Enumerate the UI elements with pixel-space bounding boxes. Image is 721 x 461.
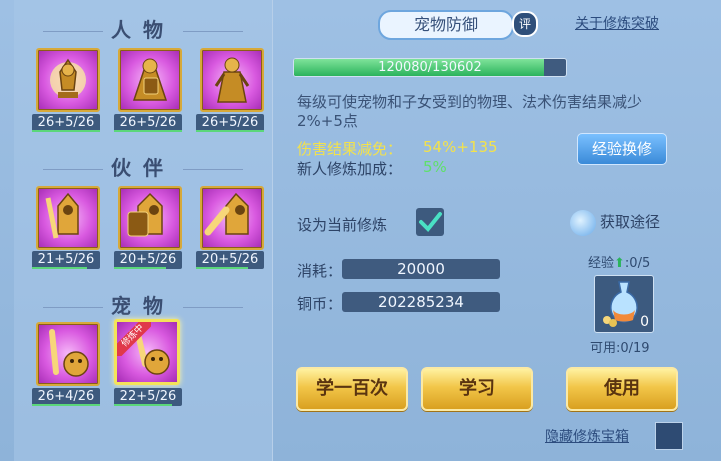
skill-slot-character-2[interactable] [118, 48, 182, 112]
set-current-label: 设为当前修炼 [297, 216, 388, 234]
damage-reduction-value: 54%+135 [423, 138, 498, 156]
skill-level-character-3: 26+5/26 [196, 114, 264, 132]
divider [43, 307, 103, 308]
partner-skill-2-icon [127, 192, 163, 237]
hide-chest-checkbox[interactable] [655, 422, 683, 450]
skill-level-partner-3: 20+5/26 [196, 251, 264, 269]
level-bar [196, 267, 249, 269]
arrow-up-icon: ⬆ [614, 256, 625, 271]
item-quantity: 0 [640, 314, 649, 330]
learn-hundred-button[interactable]: 学一百次 [296, 367, 408, 411]
divider [183, 307, 243, 308]
exp-item-slot[interactable]: 0 [594, 275, 654, 333]
damage-reduction-label: 伤害结果减免： [297, 140, 403, 158]
exp-exchange-button[interactable]: 经验换修 [577, 133, 667, 165]
newbie-bonus-label: 新人修炼加成： [297, 160, 403, 178]
category-title-pet: 宠物 [14, 290, 272, 319]
skill-level-pet-defense: 22+5/26 [114, 388, 182, 406]
checkmark-icon [419, 212, 442, 232]
character-skill-2-icon [132, 58, 168, 101]
book-icon [570, 209, 596, 236]
cost-label: 消耗： [297, 262, 343, 280]
character-skill-3-icon [214, 57, 250, 103]
evaluate-button[interactable]: 评 [512, 11, 538, 37]
skill-level-character-2: 26+5/26 [114, 114, 182, 132]
skill-level-character-1: 26+5/26 [32, 114, 100, 132]
exp-progress-text: 120080/130602 [378, 60, 482, 75]
exp-item-label: 经验⬆:0/5 [588, 256, 651, 271]
learn-button[interactable]: 学习 [421, 367, 533, 411]
pet-attack-icon [49, 329, 89, 377]
divider [183, 169, 243, 170]
level-bar [114, 130, 182, 132]
coins-value: 202285234 [342, 292, 500, 312]
skill-level-partner-1: 21+5/26 [32, 251, 100, 269]
skill-level-partner-2: 20+5/26 [114, 251, 182, 269]
skill-title: 宠物防御 [378, 10, 514, 40]
divider [43, 169, 103, 170]
character-skill-1-icon [50, 58, 86, 98]
skill-description: 每级可使宠物和子女受到的物理、法术伤害结果减少2%+5点 [297, 93, 643, 130]
partner-skill-3-icon [204, 192, 249, 236]
usable-count: 可用:0/19 [590, 341, 650, 356]
coins-label: 铜币： [297, 295, 343, 313]
obtain-route-button[interactable]: 获取途径 [570, 208, 660, 236]
cost-value: 20000 [342, 259, 500, 279]
level-bar [114, 267, 167, 269]
skill-slot-partner-3[interactable] [200, 186, 264, 250]
hide-chest-label: 隐藏修炼宝箱 [545, 429, 629, 445]
skill-slot-character-3[interactable] [200, 48, 264, 112]
skill-slot-partner-1[interactable] [36, 186, 100, 250]
level-bar [32, 130, 100, 132]
skill-slot-character-1[interactable] [36, 48, 100, 112]
skill-slot-partner-2[interactable] [118, 186, 182, 250]
divider [183, 31, 243, 32]
skill-slot-pet-attack[interactable] [36, 322, 100, 386]
level-bar [196, 130, 264, 132]
partner-skill-1-icon [45, 192, 79, 239]
exp-progress-bar: 120080/130602 [293, 58, 567, 77]
set-current-checkbox[interactable] [416, 208, 444, 236]
training-badge: 修炼中 [117, 322, 151, 356]
level-bar [32, 404, 100, 406]
level-bar [114, 404, 172, 406]
level-bar [32, 267, 88, 269]
skill-level-pet-attack: 26+4/26 [32, 388, 100, 406]
use-button[interactable]: 使用 [566, 367, 678, 411]
skill-slot-pet-defense[interactable]: 修炼中 [114, 319, 180, 385]
newbie-bonus-value: 5% [423, 158, 447, 176]
category-title-partner: 伙伴 [14, 152, 272, 181]
divider [43, 31, 103, 32]
training-window: 人物 26+5/26 26+5/26 26+5/26 伙伴 21+5/26 20… [0, 0, 721, 461]
breakthrough-link[interactable]: 关于修炼突破 [575, 13, 659, 33]
category-title-character: 人物 [14, 14, 272, 43]
